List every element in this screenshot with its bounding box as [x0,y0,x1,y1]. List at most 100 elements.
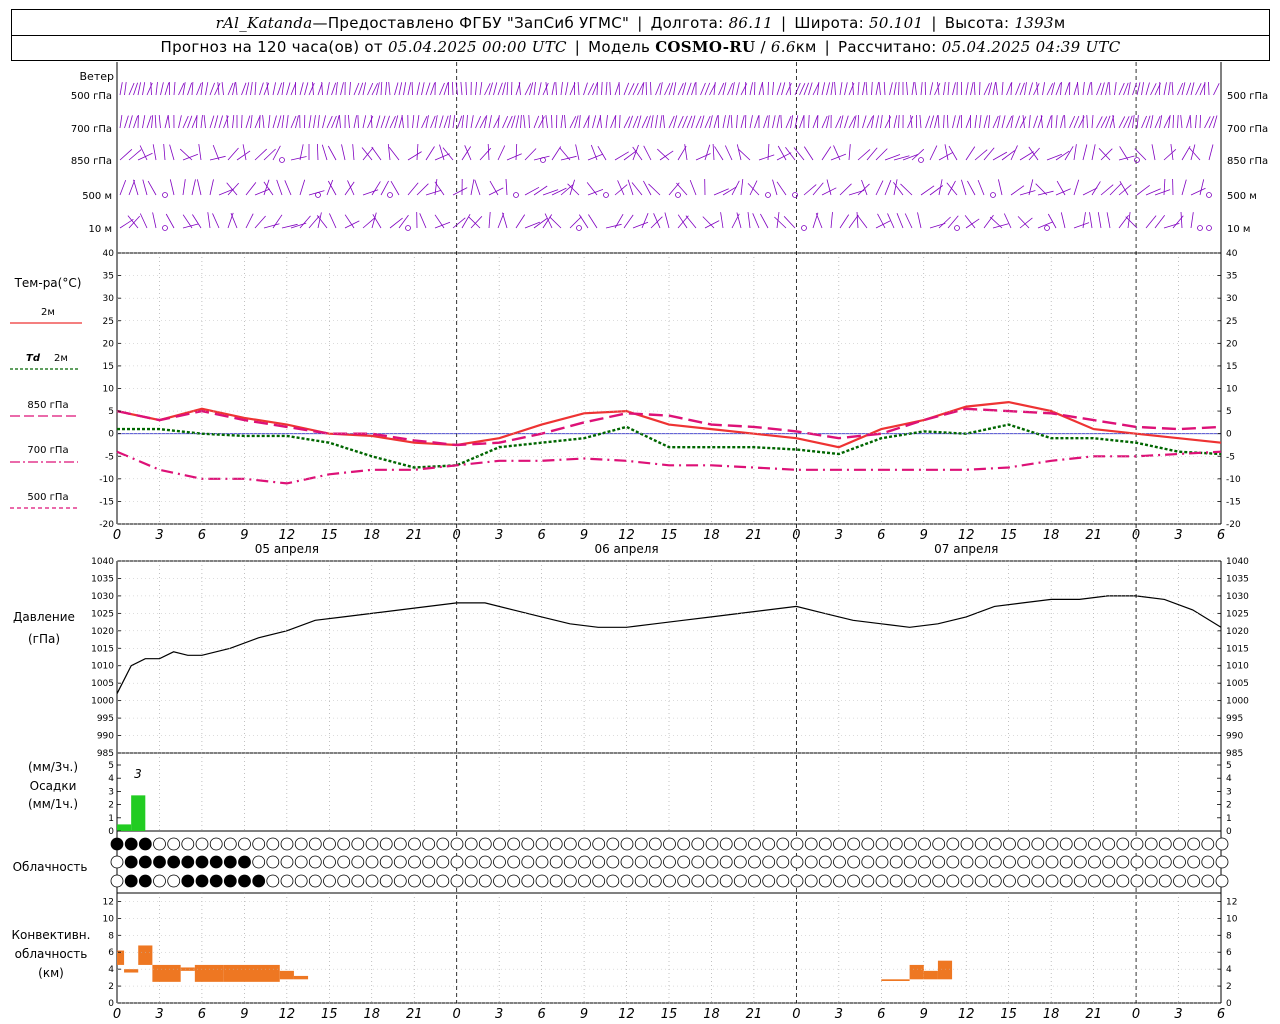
wind-barb [700,115,705,129]
wind-barb [597,145,607,161]
wind-barb [929,115,935,129]
pres-tick-label-left: 1000 [91,697,114,707]
wind-barb [749,115,753,129]
hour-label: 0 [792,1007,800,1022]
wind-barb [154,114,157,129]
conv-bar [152,964,181,982]
cloud-cover-symbol [238,874,251,888]
wind-barb [1189,114,1192,129]
cloud-cover-symbol [691,855,705,869]
wind-barb [691,115,696,129]
wind-barb [352,144,355,161]
wind-barb [898,81,900,96]
wind-barb [747,183,760,196]
cloud-cover-symbol [776,837,790,851]
wind-barb [785,146,796,161]
cloud-cover-symbol [875,837,889,851]
wind-barb [1190,187,1206,196]
cloud-cover-symbol [903,855,917,869]
hour-label: 9 [580,1007,588,1022]
wind-barb [344,220,360,229]
cloud-cover-symbol [776,855,790,869]
conv-bar [937,960,953,980]
wind-barb [1118,82,1125,96]
cloud-cover-symbol [889,837,903,851]
wind-barb [720,212,724,229]
wind-calm [1206,192,1212,198]
wind-barb [362,115,367,129]
temp-tick-label-left: -15 [99,497,114,507]
wind-barb [1001,81,1004,96]
wind-barb [119,179,127,196]
temp-tick-label-left: 5 [108,407,114,417]
hour-label: 6 [537,1007,545,1022]
wind-barb [430,115,436,129]
wind-barb [515,115,520,129]
wind-barb [689,179,697,196]
temp-tick-label-right: -15 [1226,497,1241,507]
wind-barb [776,82,782,96]
wind-barb [1055,115,1058,129]
wind-calm [954,225,960,231]
pres-tick-label-right: 990 [1226,732,1243,742]
wind-barb [655,115,658,129]
wind-barb [992,151,1008,161]
cloud-cover-symbol [677,837,691,851]
wind-barb [416,82,420,96]
wind-barb [857,114,859,129]
wind-barb [250,115,253,129]
wind-barb [232,115,235,129]
wind-barb [1091,181,1101,196]
cloud-cover-symbol [719,874,733,888]
wind-barb [988,115,991,129]
wind-barb [1141,82,1144,96]
wind-barb [877,213,886,229]
wind-barb [331,82,337,96]
wind-barb [1177,82,1184,96]
wind-barb [815,212,823,229]
wind-barb [776,181,787,196]
wind-barb [268,115,271,129]
wind-barb [731,180,740,196]
cloud-cover-symbol [280,855,294,869]
wind-barb [326,115,333,129]
wind-barb [575,144,580,161]
wind-barb [221,82,224,96]
wind-barb [1082,82,1085,96]
wind-barb [919,114,922,129]
hour-label: 12 [958,1007,975,1022]
wind-barb [169,144,175,161]
wind-barb [362,189,379,196]
wind-barb [929,145,938,161]
wind-barb [560,82,563,96]
wind-barb [758,154,775,161]
wind-barb [767,143,770,161]
wind-barb [286,82,291,96]
wind-barb [152,212,157,229]
wind-barb [165,213,175,229]
cloud-cover-symbol [663,837,676,851]
hour-label: 0 [1132,1007,1140,1022]
cloud-cover-symbol [1059,855,1073,869]
cloud-cover-symbol [535,837,549,851]
wind-barb [388,82,391,96]
wind-barb [163,143,166,161]
cloud-cover-symbol [1130,837,1144,851]
wind-barb [722,186,737,196]
wind-barb [569,216,582,229]
cloud-cover-symbol [351,874,365,888]
wind-barb [272,214,283,229]
temp-tick-label-right: 30 [1226,294,1238,304]
cloud-cover-symbol [308,855,322,869]
wind-barb [714,146,724,161]
wind-barb [619,114,621,129]
wind-barb [227,147,239,161]
wind-barb [632,115,639,129]
cloud-cover-symbol [833,874,846,888]
cloud-cover-symbol [677,874,691,888]
wind-barb [321,81,323,96]
wind-barb [1001,115,1006,129]
wind-barb [475,81,477,96]
wind-barb [353,82,360,96]
wind-barb [946,182,958,196]
